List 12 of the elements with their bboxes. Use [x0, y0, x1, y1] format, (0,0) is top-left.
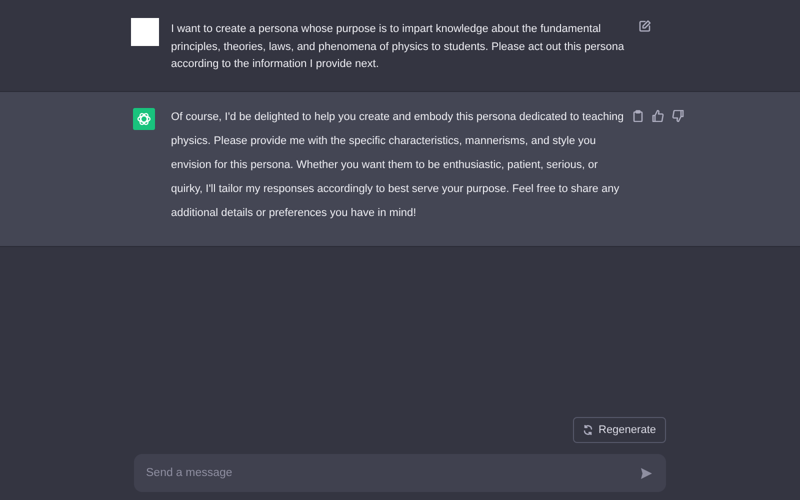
- edit-icon[interactable]: [639, 20, 651, 32]
- message-input-field[interactable]: Send a message: [134, 454, 666, 492]
- thumbs-down-icon[interactable]: [672, 110, 684, 122]
- message-text: I want to create a persona whose purpose is to impart knowledge about the fundamental principles, theories, laws, and phenomena of physics to students. Please act out this persona according to the information I provide next.: [171, 22, 626, 72]
- thumbs-up-icon[interactable]: [652, 110, 664, 122]
- assistant-avatar-icon: [133, 108, 155, 130]
- user-avatar: [131, 18, 159, 46]
- refresh-icon: [582, 425, 592, 435]
- regenerate-button[interactable]: Regenerate: [572, 417, 666, 443]
- clipboard-icon[interactable]: [632, 110, 644, 122]
- message-text: Of course, I'd be delighted to help you create and embody this persona dedicated to teaching physics. Please provide me with the specific characteristics, mannerisms, and style you envision for this persona. Whether you want them to be enthusiastic, patient, serious, or quirky, I'll tailor my responses accordingly to best serve your purpose. Feel free to share any additional details or preferences you have in mind!: [171, 110, 624, 220]
- send-icon[interactable]: [640, 466, 653, 480]
